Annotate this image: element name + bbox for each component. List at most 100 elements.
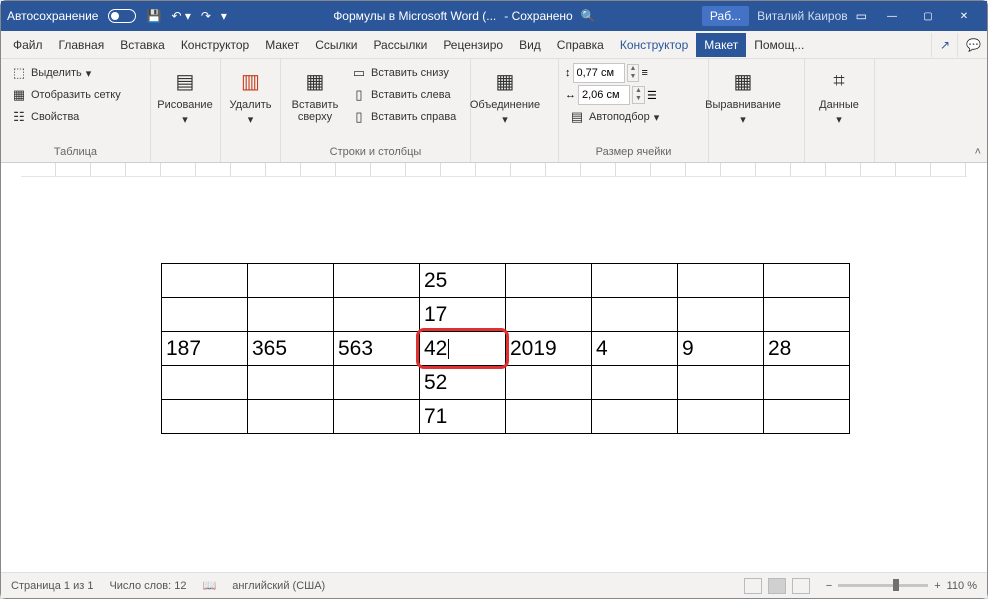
tab-home[interactable]: Главная: [51, 33, 113, 57]
tab-view[interactable]: Вид: [511, 33, 549, 57]
word-count[interactable]: Число слов: 12: [109, 580, 186, 592]
table-cell[interactable]: [162, 366, 248, 400]
table-cell[interactable]: [764, 366, 850, 400]
table-cell[interactable]: [764, 264, 850, 298]
qat-more-icon[interactable]: ▾: [221, 9, 227, 23]
document-table[interactable]: 251718736556342201949285271: [161, 263, 850, 434]
height-input[interactable]: [573, 63, 625, 83]
page-indicator[interactable]: Страница 1 из 1: [11, 580, 93, 592]
table-cell[interactable]: [334, 298, 420, 332]
horizontal-ruler[interactable]: [21, 163, 967, 177]
table-row[interactable]: 71: [162, 400, 850, 434]
table-cell[interactable]: 17: [420, 298, 506, 332]
autofit-button[interactable]: ▤Автоподбор ▾: [565, 107, 663, 127]
table-cell[interactable]: [162, 298, 248, 332]
doc-search-icon[interactable]: 🔍: [581, 9, 596, 23]
table-cell[interactable]: [678, 366, 764, 400]
ribbon-display-icon[interactable]: ▭: [856, 9, 867, 23]
zoom-level[interactable]: 110 %: [947, 580, 977, 592]
table-cell[interactable]: [592, 264, 678, 298]
table-cell[interactable]: [248, 264, 334, 298]
zoom-out-button[interactable]: −: [826, 580, 832, 592]
language-indicator[interactable]: английский (США): [232, 580, 325, 592]
table-cell[interactable]: 42: [420, 332, 506, 366]
autosave-toggle[interactable]: [108, 9, 136, 23]
delete-button[interactable]: ▥Удалить▾: [227, 63, 274, 128]
table-cell[interactable]: [248, 366, 334, 400]
close-button[interactable]: ✕: [947, 4, 981, 28]
table-cell[interactable]: [162, 400, 248, 434]
tab-file[interactable]: Файл: [5, 33, 51, 57]
table-cell[interactable]: [506, 400, 592, 434]
table-cell[interactable]: [248, 400, 334, 434]
width-stepper[interactable]: ▲▼: [632, 86, 645, 104]
table-cell[interactable]: 365: [248, 332, 334, 366]
table-cell[interactable]: [248, 298, 334, 332]
proofing-icon[interactable]: 📖: [203, 579, 217, 592]
table-cell[interactable]: 187: [162, 332, 248, 366]
table-cell[interactable]: [334, 400, 420, 434]
table-row[interactable]: 1873655634220194928: [162, 332, 850, 366]
properties-button[interactable]: ☷Свойства: [7, 107, 125, 127]
insert-right-button[interactable]: ▯Вставить справа: [347, 107, 460, 127]
tab-insert[interactable]: Вставка: [112, 33, 173, 57]
insert-above-button[interactable]: ▦Вставить сверху: [287, 63, 343, 125]
user-name[interactable]: Виталий Каиров: [757, 9, 848, 23]
context-tab[interactable]: Раб...: [702, 6, 749, 26]
tab-tellme[interactable]: Помощ...: [746, 33, 812, 57]
table-row[interactable]: 17: [162, 298, 850, 332]
table-cell[interactable]: [506, 298, 592, 332]
height-stepper[interactable]: ▲▼: [627, 64, 640, 82]
web-layout-button[interactable]: [792, 578, 810, 594]
table-cell[interactable]: [592, 298, 678, 332]
tab-help[interactable]: Справка: [549, 33, 612, 57]
draw-button[interactable]: ▤Рисование▾: [157, 63, 213, 128]
read-mode-button[interactable]: [744, 578, 762, 594]
maximize-button[interactable]: ▢: [911, 4, 945, 28]
table-cell[interactable]: 9: [678, 332, 764, 366]
select-button[interactable]: ⬚Выделить ▾: [7, 63, 125, 83]
save-icon[interactable]: 💾: [146, 9, 161, 23]
insert-below-button[interactable]: ▭Вставить снизу: [347, 63, 460, 83]
distribute-cols-icon[interactable]: ☰: [647, 89, 657, 102]
table-cell[interactable]: 25: [420, 264, 506, 298]
distribute-rows-icon[interactable]: ≡: [641, 67, 647, 79]
table-cell[interactable]: [334, 264, 420, 298]
view-gridlines-button[interactable]: ▦Отобразить сетку: [7, 85, 125, 105]
comments-button[interactable]: 💬: [957, 33, 983, 57]
table-cell[interactable]: 2019: [506, 332, 592, 366]
tab-table-design[interactable]: Конструктор: [612, 33, 696, 57]
table-row[interactable]: 25: [162, 264, 850, 298]
table-cell[interactable]: [678, 264, 764, 298]
table-cell[interactable]: [678, 400, 764, 434]
tab-review[interactable]: Рецензиро: [435, 33, 511, 57]
table-cell[interactable]: 71: [420, 400, 506, 434]
table-cell[interactable]: [592, 400, 678, 434]
tab-layout[interactable]: Макет: [257, 33, 307, 57]
zoom-in-button[interactable]: +: [934, 580, 940, 592]
table-cell[interactable]: 52: [420, 366, 506, 400]
table-cell[interactable]: [678, 298, 764, 332]
print-layout-button[interactable]: [768, 578, 786, 594]
table-cell[interactable]: [162, 264, 248, 298]
share-button[interactable]: ↗: [931, 33, 957, 57]
table-cell[interactable]: [506, 366, 592, 400]
data-button[interactable]: ⌗Данные▾: [811, 63, 867, 128]
table-cell[interactable]: 28: [764, 332, 850, 366]
undo-icon[interactable]: ↶ ▾: [171, 9, 190, 23]
zoom-slider[interactable]: [838, 584, 928, 587]
merge-button[interactable]: ▦Объединение▾: [477, 63, 533, 128]
table-cell[interactable]: [334, 366, 420, 400]
table-cell[interactable]: [592, 366, 678, 400]
table-cell[interactable]: 563: [334, 332, 420, 366]
insert-left-button[interactable]: ▯Вставить слева: [347, 85, 460, 105]
collapse-ribbon-icon[interactable]: ˄: [975, 146, 981, 158]
minimize-button[interactable]: —: [875, 4, 909, 28]
document-area[interactable]: 251718736556342201949285271: [1, 163, 987, 572]
tab-references[interactable]: Ссылки: [307, 33, 365, 57]
alignment-button[interactable]: ▦Выравнивание▾: [715, 63, 771, 128]
tab-design[interactable]: Конструктор: [173, 33, 257, 57]
redo-icon[interactable]: ↷: [201, 9, 211, 23]
width-input[interactable]: [578, 85, 630, 105]
tab-table-layout[interactable]: Макет: [696, 33, 746, 57]
